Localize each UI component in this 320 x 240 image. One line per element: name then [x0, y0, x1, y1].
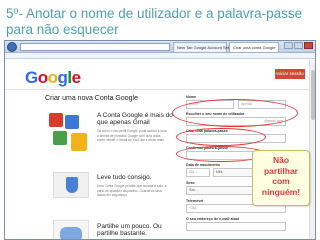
- back-arrow-icon[interactable]: [7, 42, 17, 52]
- birthday-day-field[interactable]: Dia: [186, 168, 210, 177]
- section-title-account: A Conta Google é mais do que apenas Gmai…: [97, 112, 173, 126]
- birthday-label: Data de nascimento: [186, 163, 220, 167]
- confirm-password-label: Confirmar palavra-passe: [186, 146, 229, 150]
- username-field[interactable]: @gmail.com: [186, 117, 286, 126]
- tab-google-account-settings[interactable]: New Tab Google Account Setting: [173, 42, 235, 52]
- gender-label: Sexo: [186, 181, 195, 185]
- phone-label: Telemóvel: [186, 199, 204, 203]
- maps-icon: [53, 131, 67, 145]
- username-label: Escolher o seu nome de utilizador: [186, 112, 245, 116]
- password-field[interactable]: [186, 134, 286, 143]
- browser-window: New Tab Google Account Setting Criar uma…: [4, 40, 316, 240]
- address-bar[interactable]: [20, 43, 170, 51]
- scrollbar-thumb[interactable]: [311, 70, 315, 120]
- section-text-take-everything: Uma Conta Google permite que acceda a tu…: [97, 184, 167, 198]
- birthday-month-select[interactable]: Mês: [213, 168, 257, 177]
- password-label: Criar uma palavra-passe: [186, 129, 228, 133]
- maximize-icon[interactable]: [294, 42, 303, 49]
- google-products-image: [47, 111, 91, 157]
- google-header: Google Iniciar sessão: [5, 60, 315, 90]
- email-label: O seu endereço de e-mail atual: [186, 217, 239, 221]
- minimize-icon[interactable]: [284, 42, 293, 49]
- first-name-field[interactable]: Nome: [186, 100, 234, 109]
- page-scrollbar[interactable]: [309, 60, 315, 239]
- browser-toolbar: New Tab Google Account Setting Criar uma…: [5, 41, 315, 53]
- last-name-field[interactable]: Apelido: [238, 100, 286, 109]
- bookmarks-bar: [5, 53, 315, 59]
- people-icon: [53, 220, 89, 239]
- slide-title: 5º- Anotar o nome de utilizador e a pala…: [6, 6, 303, 37]
- close-icon[interactable]: [304, 42, 313, 49]
- calendar-icon: [65, 115, 79, 129]
- tab-create-google-account[interactable]: Criar uma conta Google: [229, 42, 279, 52]
- google-logo: Google: [25, 68, 81, 87]
- security-shield-icon: [53, 172, 89, 198]
- warning-callout: Não partilhar com ninguém!: [252, 150, 310, 206]
- section-title-take-everything: Leve tudo consigo.: [97, 174, 152, 181]
- gmail-icon: [49, 113, 63, 127]
- name-label: Nome: [186, 95, 196, 99]
- drive-icon: [71, 133, 87, 151]
- section-text-account: Tal como o seu perfil Google, pode acede…: [97, 129, 167, 143]
- page-title: Criar uma nova Conta Google: [45, 95, 138, 102]
- section-title-share: Partilhe um pouco. Ou partilhe bastante.: [97, 223, 162, 237]
- current-email-field[interactable]: [186, 222, 286, 231]
- window-controls: [284, 42, 313, 49]
- signin-button[interactable]: Iniciar sessão: [275, 69, 305, 79]
